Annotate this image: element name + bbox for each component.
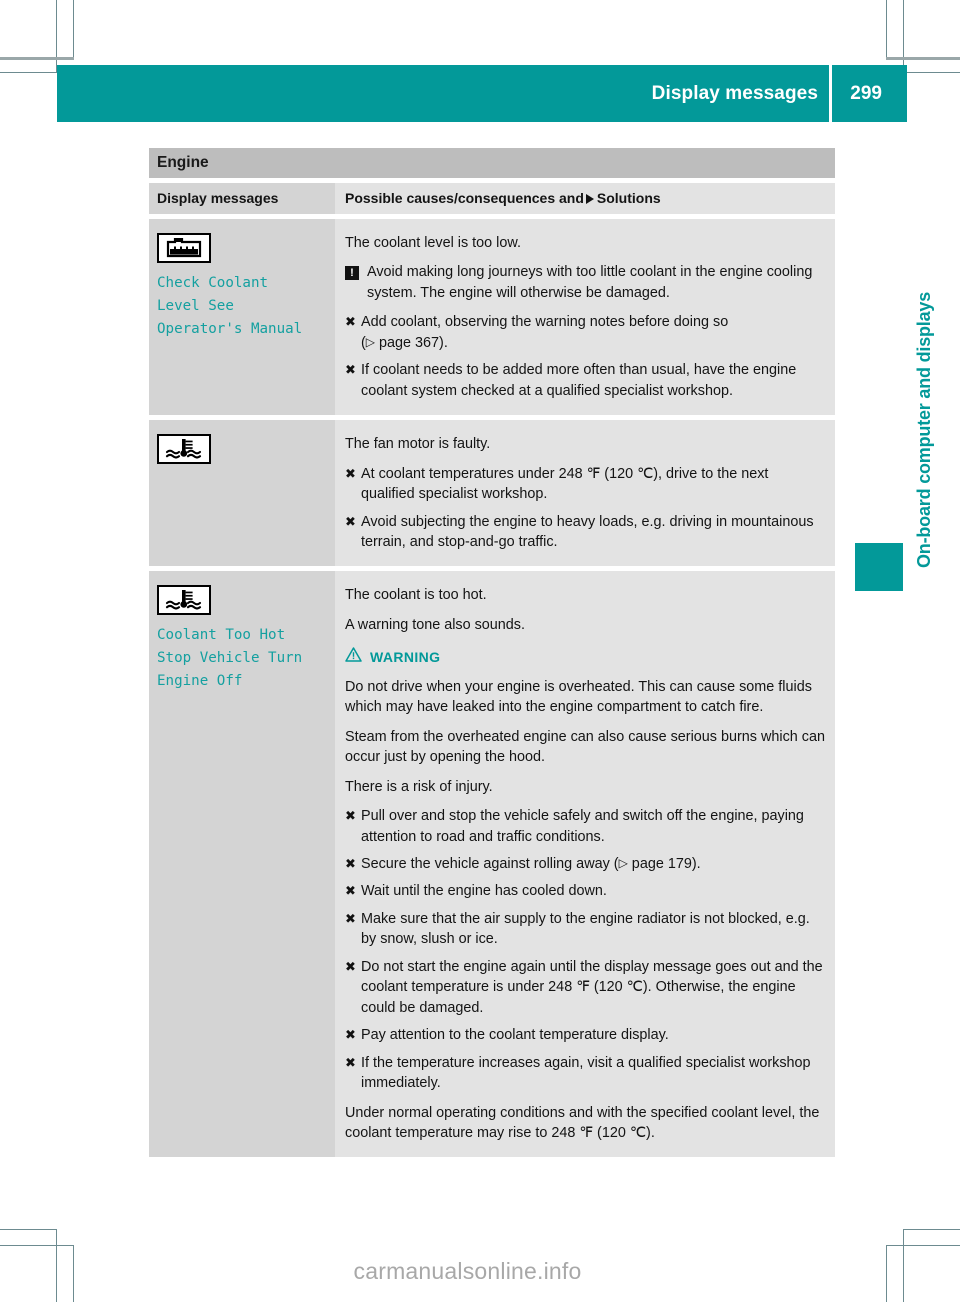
- table-row: Coolant Too Hot Stop Vehicle Turn Engine…: [149, 571, 835, 1158]
- bullet-item: ✖ Pull over and stop the vehicle safely …: [345, 806, 825, 847]
- bullet-text: If the temperature increases again, visi…: [361, 1054, 811, 1092]
- bullet-item: ✖ Make sure that the air supply to the e…: [345, 909, 825, 950]
- bullet-item: ✖ At coolant temperatures under 248 ℉ (1…: [345, 464, 825, 505]
- cropmark-top-left-h2: [0, 72, 57, 73]
- coolant-temperature-icon: [157, 585, 211, 616]
- bullet-text: Make sure that the air supply to the eng…: [361, 910, 810, 948]
- bullet-text: Pay attention to the coolant temperature…: [361, 1027, 669, 1044]
- exclamation-icon: !: [345, 266, 359, 281]
- table-row: Check Coolant Level See Operator's Manua…: [149, 219, 835, 416]
- coolant-temperature-icon: [157, 434, 211, 465]
- row-intro-text: The coolant is too hot.: [345, 587, 487, 604]
- row-message-cell: Coolant Too Hot Stop Vehicle Turn Engine…: [149, 571, 335, 1158]
- cropmark-bottom-left-h1: [0, 1229, 57, 1230]
- coolant-level-icon: [157, 233, 211, 263]
- header-divider: [829, 65, 832, 122]
- note-text: Avoid making long journeys with too litt…: [367, 264, 813, 301]
- bullet-text: Wait until the engine has cooled down.: [361, 883, 607, 900]
- cropmark-top-right-v1: [903, 0, 904, 72]
- bullet-x-icon: ✖: [345, 465, 356, 481]
- row-intro-text-2: A warning tone also sounds.: [345, 616, 526, 633]
- bullet-x-icon: ✖: [345, 1054, 356, 1070]
- bullet-item: ✖ If the temperature increases again, vi…: [345, 1053, 825, 1094]
- page-ref-arrow-icon: ▷: [365, 334, 376, 349]
- bullet-text: At coolant temperatures under 248 ℉ (120…: [361, 465, 769, 503]
- bullet-item: ✖ Secure the vehicle against rolling awa…: [345, 854, 825, 874]
- bullet-text: If coolant needs to be added more often …: [361, 362, 797, 399]
- cropmark-top-right-h1: [886, 57, 960, 60]
- display-message-text: Coolant Too Hot Stop Vehicle Turn Engine…: [157, 627, 303, 690]
- note-block: ! Avoid making long journeys with too li…: [345, 262, 825, 303]
- watermark: carmanualsonline.info: [353, 1258, 582, 1284]
- warning-paragraph: There is a risk of injury.: [345, 778, 493, 795]
- column-header-display-messages: Display messages: [149, 183, 335, 214]
- bullet-item: ✖ Do not start the engine again until th…: [345, 957, 825, 1018]
- warning-paragraph: Do not drive when your engine is overhea…: [345, 678, 812, 716]
- display-messages-table: Engine Display messages Possible causes/…: [149, 148, 835, 1158]
- row-message-cell: [149, 420, 335, 567]
- row-causes-cell: The coolant level is too low. ! Avoid ma…: [335, 219, 835, 416]
- bullet-item: ✖ Pay attention to the coolant temperatu…: [345, 1025, 825, 1045]
- row-message-cell: Check Coolant Level See Operator's Manua…: [149, 219, 335, 416]
- cropmark-top-right-v2: [886, 0, 887, 58]
- row-intro-text: The fan motor is faulty.: [345, 436, 491, 453]
- chapter-tab-marker: [855, 543, 903, 591]
- bullet-x-icon: ✖: [345, 808, 356, 824]
- page-ref-arrow-icon: ▷: [618, 855, 628, 870]
- bullet-x-icon: ✖: [345, 910, 356, 926]
- column-header-causes-solutions: Possible causes/consequences and Solution…: [335, 183, 835, 214]
- warning-paragraph: Steam from the overheated engine can als…: [345, 728, 825, 766]
- bullet-x-icon: ✖: [345, 855, 356, 871]
- page-header-band: Display messages 299: [57, 65, 907, 122]
- closing-paragraph: Under normal operating conditions and wi…: [345, 1104, 820, 1141]
- cropmark-top-left-v2: [73, 0, 74, 58]
- bullet-text: Avoid subjecting the engine to heavy loa…: [361, 513, 814, 550]
- bullet-text: Secure the vehicle against rolling away …: [361, 855, 701, 872]
- page-title: Display messages: [651, 83, 818, 104]
- table-header-row: Display messages Possible causes/consequ…: [149, 183, 835, 214]
- row-causes-cell: The coolant is too hot. A warning tone a…: [335, 571, 835, 1158]
- bullet-item: ✖ Wait until the engine has cooled down.: [345, 881, 825, 901]
- bullet-text: Do not start the engine again until the …: [361, 958, 823, 1016]
- bullet-x-icon: ✖: [345, 958, 356, 974]
- bullet-x-icon: ✖: [345, 1027, 356, 1043]
- row-causes-cell: The fan motor is faulty. ✖ At coolant te…: [335, 420, 835, 567]
- warning-heading: WARNING: [345, 647, 825, 668]
- warning-triangle-icon: [345, 647, 362, 668]
- chapter-label: On-board computer and displays: [914, 291, 934, 568]
- table-section-title: Engine: [149, 148, 835, 178]
- bullet-x-icon: ✖: [345, 513, 356, 529]
- cropmark-top-left-h1: [0, 57, 74, 60]
- row-intro-text: The coolant level is too low.: [345, 235, 521, 251]
- page-number: 299: [850, 83, 882, 104]
- bullet-x-icon: ✖: [345, 362, 356, 378]
- table-row: The fan motor is faulty. ✖ At coolant te…: [149, 420, 835, 567]
- bullet-item: ✖ If coolant needs to be added more ofte…: [345, 360, 825, 401]
- cropmark-bottom-right-h1: [903, 1229, 960, 1230]
- display-message-text: Check Coolant Level See Operator's Manua…: [157, 275, 303, 337]
- cropmark-bottom-left-h2: [0, 1245, 74, 1246]
- cropmark-bottom-right-h2: [886, 1245, 960, 1246]
- warning-label: WARNING: [370, 649, 441, 666]
- cropmark-top-right-h2: [903, 72, 960, 73]
- bullet-text: Add coolant, observing the warning notes…: [361, 314, 729, 351]
- bullet-x-icon: ✖: [345, 314, 356, 330]
- bullet-item: ✖ Add coolant, observing the warning not…: [345, 312, 825, 353]
- solutions-triangle-icon: [585, 194, 594, 204]
- column-header-suffix: Solutions: [596, 190, 661, 206]
- bullet-text: Pull over and stop the vehicle safely an…: [361, 808, 804, 845]
- cropmark-top-left-v1: [56, 0, 57, 72]
- bullet-x-icon: ✖: [345, 883, 356, 899]
- bullet-item: ✖ Avoid subjecting the engine to heavy l…: [345, 512, 825, 553]
- column-header-prefix: Possible causes/consequences and: [345, 190, 584, 206]
